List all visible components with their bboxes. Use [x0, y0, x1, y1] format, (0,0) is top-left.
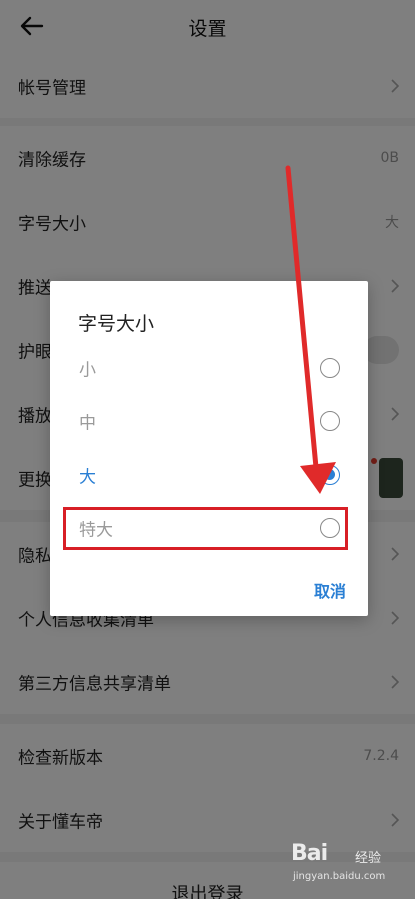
- option-medium[interactable]: 中: [50, 395, 368, 447]
- radio-button[interactable]: [320, 411, 340, 431]
- baidu-jingyan-watermark: Bai 经验 jingyan.baidu.com: [291, 841, 401, 889]
- watermark-jingyan: 经验: [355, 851, 382, 866]
- cancel-button[interactable]: 取消: [314, 578, 346, 602]
- option-large[interactable]: 大: [50, 449, 368, 501]
- annotation-highlight-box: [63, 507, 348, 550]
- radio-button[interactable]: [320, 358, 340, 378]
- watermark-url: jingyan.baidu.com: [293, 871, 386, 882]
- option-label: 中: [79, 413, 96, 434]
- radio-button-checked[interactable]: [320, 465, 340, 485]
- option-label: 小: [79, 360, 96, 381]
- option-label: 大: [79, 467, 96, 488]
- dialog-title: 字号大小: [78, 313, 155, 335]
- watermark-logo: Bai: [291, 841, 328, 866]
- option-small[interactable]: 小: [50, 342, 368, 394]
- font-size-dialog: 字号大小 小 中 大 特大 取消: [50, 281, 368, 616]
